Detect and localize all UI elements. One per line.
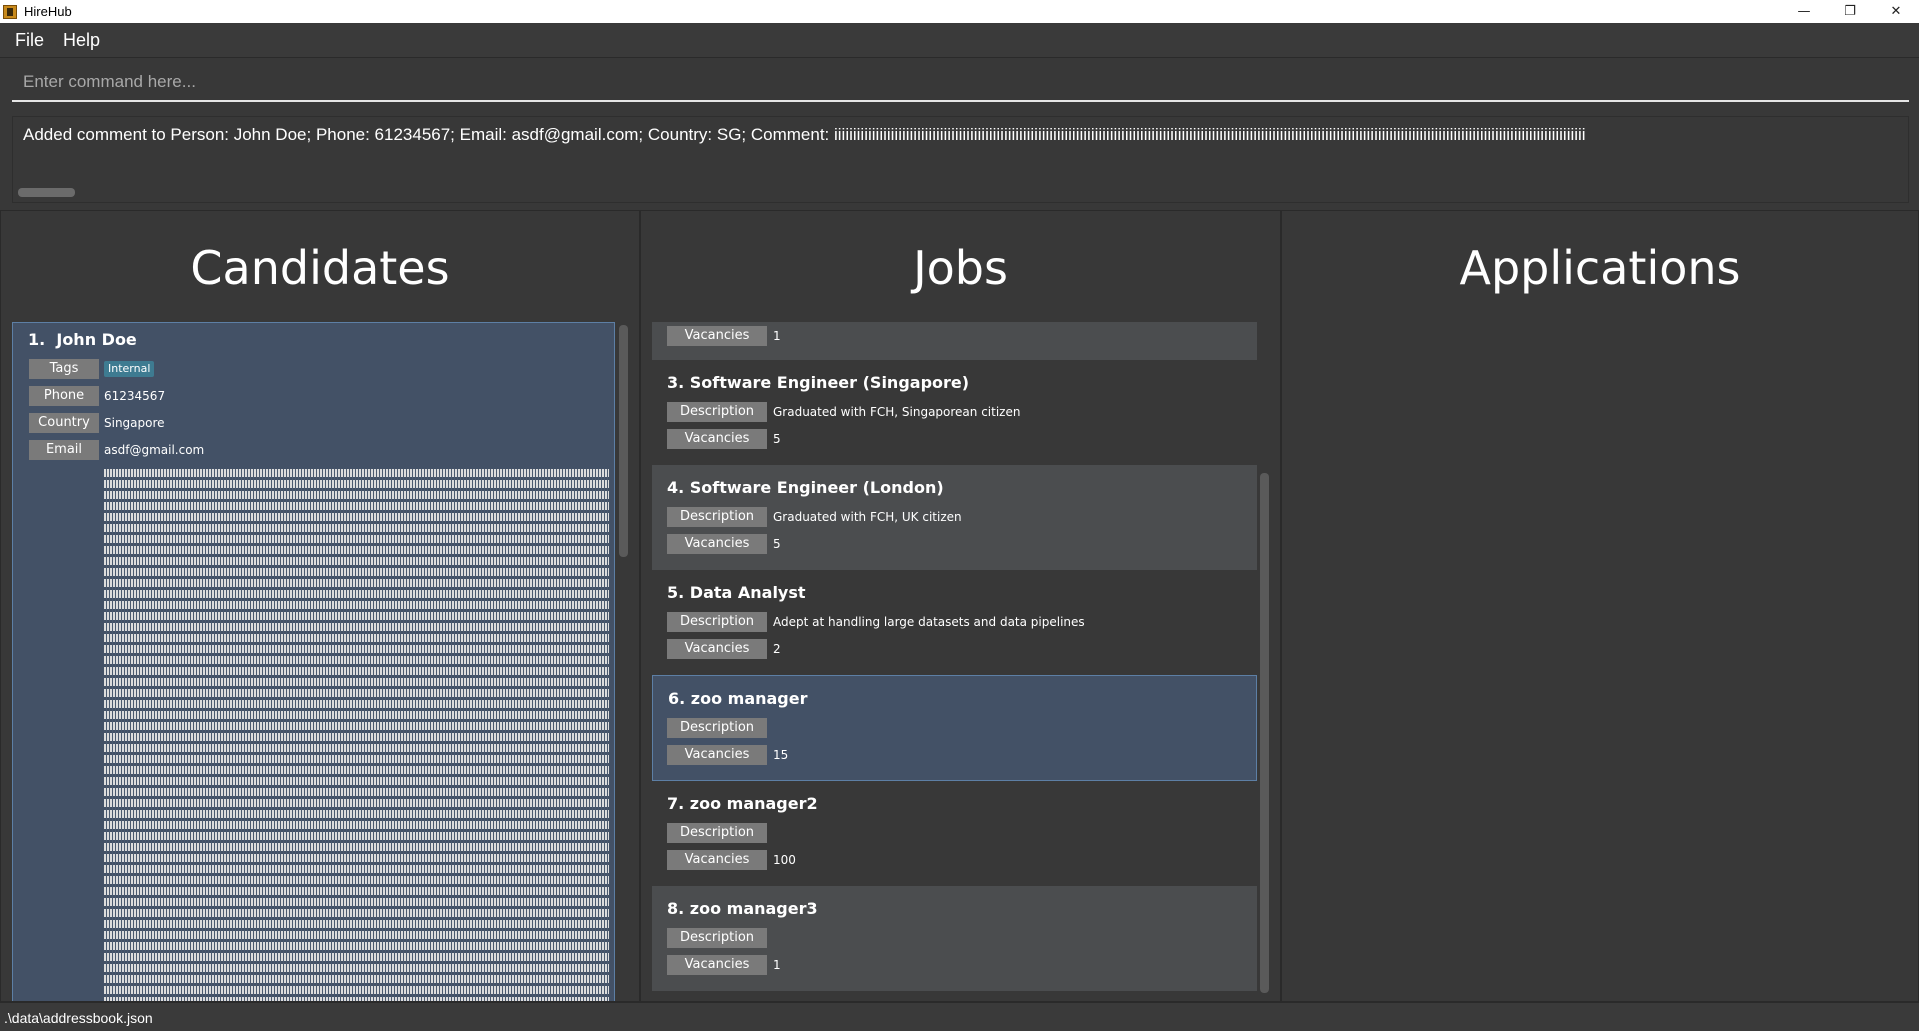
vacancies-value: 5 [773, 432, 781, 446]
description-label: Description [667, 823, 767, 843]
vacancies-value: 2 [773, 642, 781, 656]
save-location: .\data\addressbook.json [4, 1010, 153, 1026]
menu-file[interactable]: File [15, 30, 44, 51]
job-title: 4. Software Engineer (London) [667, 478, 944, 497]
job-card[interactable]: 7. zoo manager2 Description Vacancies 10… [652, 781, 1257, 886]
minimize-icon[interactable]: — [1781, 0, 1827, 23]
vacancies-value: 1 [773, 958, 781, 972]
job-card[interactable]: 4. Software Engineer (London) Descriptio… [652, 465, 1257, 570]
description-label: Description [667, 402, 767, 422]
jobs-panel: Jobs Vacancies 1 3. Software Engineer (S… [640, 210, 1281, 1002]
vacancies-value: 1 [773, 329, 781, 343]
job-title: 6. zoo manager [668, 689, 808, 708]
command-input[interactable] [12, 71, 1909, 93]
candidate-list-scrollbar[interactable] [619, 325, 628, 557]
job-card-selected[interactable]: 6. zoo manager Description Vacancies 15 [652, 675, 1257, 781]
comment-text [104, 469, 609, 1001]
vacancies-label: Vacancies [667, 326, 767, 346]
country-label: Country [29, 413, 99, 433]
vacancies-label: Vacancies [667, 429, 767, 449]
applications-panel: Applications [1281, 210, 1919, 1002]
description-label: Description [667, 612, 767, 632]
description-label: Description [667, 928, 767, 948]
vacancies-label: Vacancies [667, 639, 767, 659]
status-bar: .\data\addressbook.json [0, 1002, 1919, 1031]
menu-help[interactable]: Help [63, 30, 100, 51]
job-list: Vacancies 1 3. Software Engineer (Singap… [652, 322, 1257, 1001]
job-list-scrollbar[interactable] [1260, 473, 1269, 993]
title-bar: HireHub — ❐ ✕ [0, 0, 1919, 23]
country-value: Singapore [104, 416, 165, 430]
command-box [12, 64, 1909, 102]
application-list [1293, 322, 1893, 1001]
vacancies-value: 5 [773, 537, 781, 551]
candidates-title: Candidates [190, 241, 450, 295]
candidate-card[interactable]: 1. John Doe Tags Internal Phone 61234567… [12, 322, 615, 1001]
vacancies-label: Vacancies [667, 850, 767, 870]
job-title: 5. Data Analyst [667, 583, 806, 602]
result-text: Added comment to Person: John Doe; Phone… [23, 125, 1586, 144]
result-display[interactable]: Added comment to Person: John Doe; Phone… [12, 116, 1909, 203]
description-value: Adept at handling large datasets and dat… [773, 615, 1085, 629]
window-controls: — ❐ ✕ [1781, 0, 1919, 23]
description-label: Description [667, 507, 767, 527]
window-title: HireHub [24, 4, 72, 19]
job-title: 3. Software Engineer (Singapore) [667, 373, 970, 392]
jobs-title: Jobs [913, 241, 1008, 295]
phone-value: 61234567 [104, 389, 166, 403]
phone-label: Phone [29, 386, 99, 406]
tags-label: Tags [29, 359, 99, 379]
job-title: 8. zoo manager3 [667, 899, 818, 918]
job-card[interactable]: 5. Data Analyst Description Adept at han… [652, 570, 1257, 675]
description-value: Graduated with FCH, UK citizen [773, 510, 962, 524]
vacancies-value: 15 [773, 748, 789, 762]
job-card[interactable]: Vacancies 1 [652, 322, 1257, 360]
candidate-name: 1. John Doe [28, 330, 137, 349]
description-label: Description [667, 718, 767, 738]
candidate-list: 1. John Doe Tags Internal Phone 61234567… [12, 322, 615, 1001]
job-card[interactable]: 3. Software Engineer (Singapore) Descrip… [652, 360, 1257, 465]
applications-title: Applications [1459, 241, 1741, 295]
email-label: Email [29, 440, 99, 460]
vacancies-label: Vacancies [667, 955, 767, 975]
email-value: asdf@gmail.com [104, 443, 205, 457]
tag-badge: Internal [104, 361, 155, 377]
candidates-panel: Candidates 1. John Doe Tags Internal Pho… [0, 210, 640, 1002]
description-value: Graduated with FCH, Singaporean citizen [773, 405, 1021, 419]
job-card[interactable]: 8. zoo manager3 Description Vacancies 1 [652, 886, 1257, 991]
vacancies-label: Vacancies [667, 745, 767, 765]
close-icon[interactable]: ✕ [1873, 0, 1919, 23]
job-title: 7. zoo manager2 [667, 794, 818, 813]
result-horizontal-scrollbar[interactable] [18, 188, 75, 197]
vacancies-label: Vacancies [667, 534, 767, 554]
restore-icon[interactable]: ❐ [1827, 0, 1873, 23]
menu-bar: File Help [0, 23, 1919, 58]
vacancies-value: 100 [773, 853, 796, 867]
app-icon [3, 4, 17, 19]
